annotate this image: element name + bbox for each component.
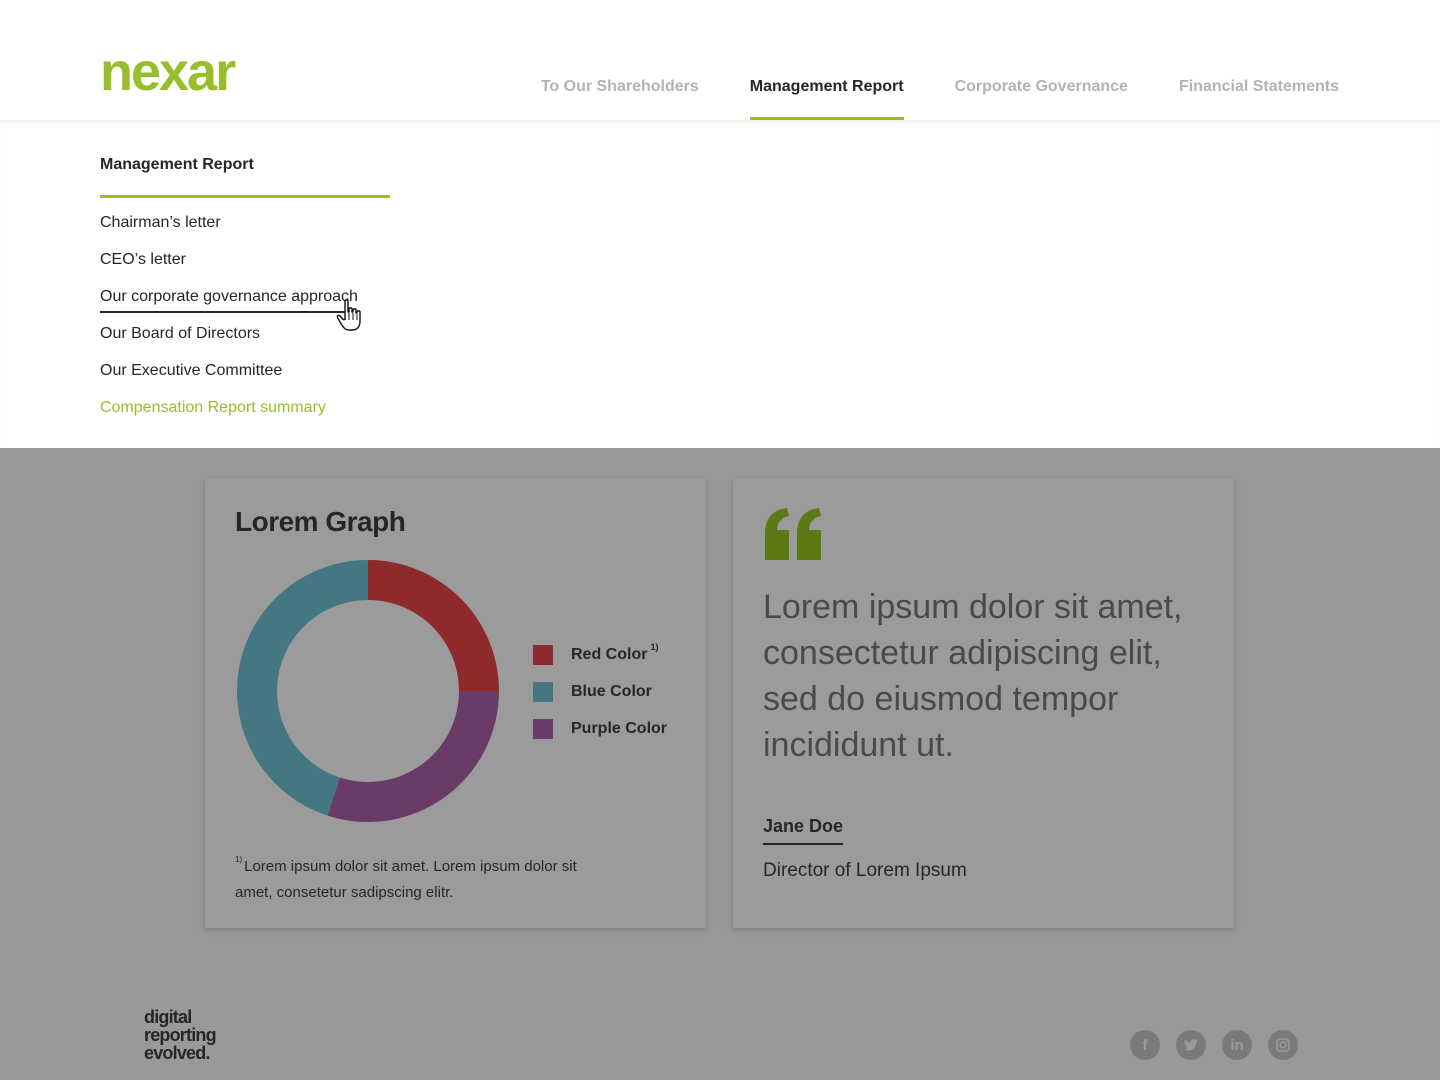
quote-author-name: Jane Doe bbox=[763, 816, 844, 845]
legend-swatch-blue bbox=[533, 681, 553, 702]
menu-item-ceos-letter[interactable]: CEO’s letter bbox=[100, 250, 358, 287]
site-header: nexar To Our Shareholders Management Rep… bbox=[0, 0, 1440, 120]
donut-chart bbox=[236, 560, 499, 822]
donut-slice-red-color bbox=[368, 560, 499, 691]
legend-footnote-marker: 1) bbox=[650, 641, 659, 652]
legend-item-blue: Blue Color bbox=[533, 673, 667, 710]
menu-item-label: Our corporate governance approach bbox=[100, 287, 358, 313]
logo-text: nexar bbox=[100, 44, 236, 94]
linkedin-glyph: in bbox=[1230, 1036, 1244, 1054]
instagram-camera-glyph bbox=[1276, 1038, 1290, 1052]
quote-card: Lorem ipsum dolor sit amet, consectetur … bbox=[733, 478, 1234, 928]
tagline-line: reporting bbox=[144, 1025, 217, 1045]
footer-tagline: digital reporting evolved. bbox=[144, 1007, 217, 1063]
instagram-icon[interactable] bbox=[1268, 1030, 1298, 1060]
linkedin-icon[interactable]: in bbox=[1222, 1030, 1252, 1060]
graph-title: Lorem Graph bbox=[235, 506, 406, 537]
facebook-glyph: f bbox=[1142, 1036, 1148, 1054]
twitter-bird-glyph bbox=[1183, 1039, 1198, 1051]
social-links: f in bbox=[1130, 1030, 1298, 1060]
menu-item-label: Our Board of Directors bbox=[100, 325, 261, 342]
donut-slice-purple-color bbox=[327, 691, 499, 822]
menu-item-chairmans-letter[interactable]: Chairman’s letter bbox=[100, 213, 358, 250]
graph-card: Lorem Graph Red Color 1) Blue Color Purp… bbox=[205, 478, 706, 928]
legend-item-red: Red Color 1) bbox=[533, 636, 667, 673]
menu-item-label: Compensation Report summary bbox=[100, 399, 326, 416]
hand-cursor-icon bbox=[336, 299, 361, 331]
menu-item-compensation-report-summary[interactable]: Compensation Report summary bbox=[100, 398, 358, 435]
tagline-line: evolved. bbox=[144, 1043, 210, 1063]
quote-icon bbox=[765, 508, 821, 560]
management-report-dropdown: Management Report Chairman’s letter CEO’… bbox=[0, 120, 1440, 448]
quote-author-role: Director of Lorem Ipsum bbox=[763, 860, 967, 881]
legend-label-purple: Purple Color bbox=[571, 719, 668, 737]
facebook-icon[interactable]: f bbox=[1130, 1030, 1160, 1060]
menu-item-label: Our Executive Committee bbox=[100, 362, 283, 379]
menu-item-board-of-directors[interactable]: Our Board of Directors bbox=[100, 324, 358, 361]
dropdown-title: Management Report bbox=[100, 156, 254, 173]
nav-corporate-governance[interactable]: Corporate Governance bbox=[955, 0, 1128, 120]
nav-financial-statements[interactable]: Financial Statements bbox=[1179, 0, 1339, 120]
footnote-marker: 1) bbox=[235, 855, 243, 864]
chart-footnote: 1) Lorem ipsum dolor sit amet. Lorem ipsu… bbox=[235, 850, 615, 906]
nexar-logo[interactable]: nexar bbox=[100, 44, 300, 94]
dropdown-divider bbox=[100, 195, 390, 198]
chart-legend: Red Color 1) Blue Color Purple Color bbox=[533, 636, 667, 747]
nav-management-report[interactable]: Management Report bbox=[749, 0, 904, 120]
legend-label-red: Red Color bbox=[571, 645, 648, 663]
legend-swatch-purple bbox=[533, 718, 553, 739]
menu-item-corporate-governance-approach[interactable]: Our corporate governance approach bbox=[100, 287, 358, 324]
legend-label-blue: Blue Color bbox=[571, 682, 652, 700]
quote-text: Lorem ipsum dolor sit amet, consectetur … bbox=[763, 588, 1183, 764]
legend-swatch-red bbox=[533, 644, 553, 665]
main-nav: To Our Shareholders Management Report Co… bbox=[541, 0, 1339, 120]
menu-item-executive-committee[interactable]: Our Executive Committee bbox=[100, 361, 358, 398]
tagline-line: digital bbox=[144, 1007, 192, 1027]
twitter-icon[interactable] bbox=[1176, 1030, 1206, 1060]
footnote-text: Lorem ipsum dolor sit amet. Lorem ipsum … bbox=[235, 858, 577, 901]
nav-to-our-shareholders[interactable]: To Our Shareholders bbox=[541, 0, 699, 120]
dropdown-menu: Chairman’s letter CEO’s letter Our corpo… bbox=[100, 213, 358, 435]
donut-slice-blue-color bbox=[236, 560, 368, 816]
legend-item-purple: Purple Color bbox=[533, 710, 667, 747]
menu-item-label: CEO’s letter bbox=[100, 251, 186, 268]
menu-item-label: Chairman’s letter bbox=[100, 214, 221, 231]
